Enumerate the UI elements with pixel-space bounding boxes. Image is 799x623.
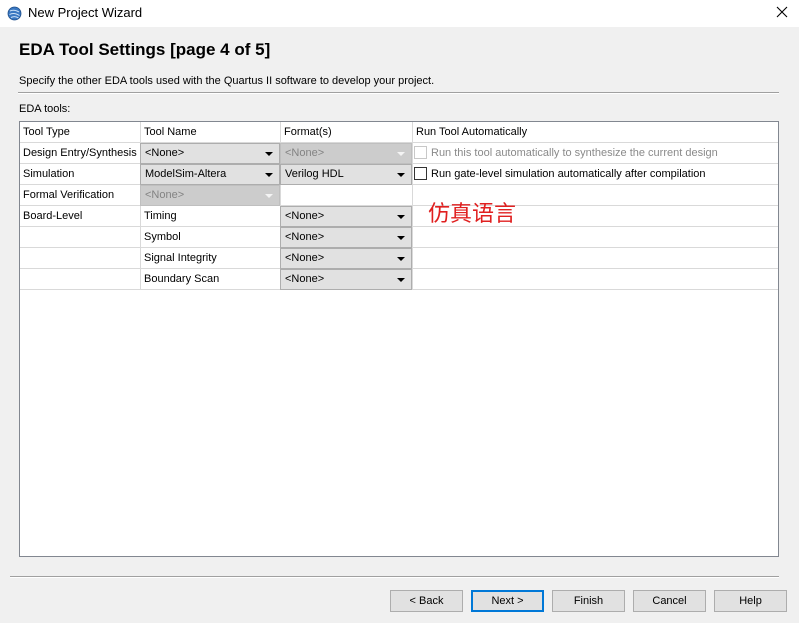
select-value: ModelSim-Altera [145,168,227,180]
table-row: Signal Integrity <None> [20,248,778,269]
tool-type-cell: Design Entry/Synthesis [23,147,137,159]
header-formats: Format(s) [280,122,412,142]
design-entry-tool-name-select[interactable]: <None> [140,143,280,164]
table-row: Formal Verification <None> [20,185,778,206]
simulation-run-auto-label[interactable]: Run gate-level simulation automatically … [431,164,706,184]
timing-format-select[interactable]: <None> [280,206,412,227]
boundary-scan-format-select[interactable]: <None> [280,269,412,290]
tool-type-cell: Simulation [23,168,75,180]
tool-type-cell [20,248,140,268]
window-title: New Project Wizard [28,5,143,20]
header-separator [18,92,779,94]
table-row: Board-Level Timing <None> [20,206,778,227]
empty-cell [412,248,778,268]
page-title: EDA Tool Settings [page 4 of 5] [19,40,271,59]
cancel-button[interactable]: Cancel [633,590,706,612]
run-tool-cell: Run gate-level simulation automatically … [412,164,778,184]
chevron-down-icon [397,278,405,282]
design-entry-run-auto-checkbox [414,146,427,159]
table-row: Boundary Scan <None> [20,269,778,290]
tool-type-cell [20,227,140,247]
help-button[interactable]: Help [714,590,787,612]
annotation-text: 仿真语言 [428,202,517,227]
quartus-globe-icon [7,6,22,21]
table-header-row: Tool Type Tool Name Format(s) Run Tool A… [20,122,778,143]
select-value: <None> [285,147,325,159]
select-value: Verilog HDL [285,168,344,180]
chevron-down-icon [265,173,273,177]
chevron-down-icon [397,152,405,156]
select-value: <None> [285,252,325,264]
symbol-format-select[interactable]: <None> [280,227,412,248]
formal-verification-tool-name-select: <None> [140,185,280,206]
simulation-run-auto-checkbox[interactable] [414,167,427,180]
select-value: <None> [285,231,325,243]
design-entry-run-auto-label: Run this tool automatically to synthesiz… [431,147,718,159]
header-tool-type: Tool Type [23,126,70,138]
tool-name-cell: Timing [140,206,280,226]
select-value: <None> [285,273,325,285]
close-icon [776,6,788,21]
chevron-down-icon [397,236,405,240]
title-bar: New Project Wizard [0,0,799,27]
empty-cell [412,227,778,247]
chevron-down-icon [397,257,405,261]
design-entry-format-select: <None> [280,143,412,164]
tool-type-cell: Formal Verification [23,189,115,201]
empty-cell [280,185,412,205]
empty-cell [412,269,778,289]
simulation-tool-name-select[interactable]: ModelSim-Altera [140,164,280,185]
chevron-down-icon [265,194,273,198]
eda-tools-label: EDA tools: [19,103,71,115]
simulation-format-select[interactable]: Verilog HDL [280,164,412,185]
footer-separator [10,576,779,578]
tool-name-cell: Boundary Scan [140,269,280,289]
signal-integrity-format-select[interactable]: <None> [280,248,412,269]
tool-type-cell: Board-Level [23,210,83,222]
chevron-down-icon [397,173,405,177]
chevron-down-icon [265,152,273,156]
header-tool-name: Tool Name [140,122,280,142]
finish-button[interactable]: Finish [552,590,625,612]
chevron-down-icon [397,215,405,219]
tool-name-cell: Symbol [140,227,280,247]
eda-tools-table: Tool Type Tool Name Format(s) Run Tool A… [19,121,779,557]
back-button[interactable]: < Back [390,590,463,612]
tool-type-cell [20,269,140,289]
next-button[interactable]: Next > [471,590,544,612]
select-value: <None> [145,147,185,159]
table-row: Design Entry/Synthesis <None> <None> Run… [20,143,778,164]
tool-name-cell: Signal Integrity [140,248,280,268]
select-value: <None> [145,189,185,201]
table-row: Simulation ModelSim-Altera Verilog HDL R… [20,164,778,185]
run-tool-cell: Run this tool automatically to synthesiz… [412,143,778,163]
table-row: Symbol <None> [20,227,778,248]
header-run-tool-automatically: Run Tool Automatically [412,122,778,142]
select-value: <None> [285,210,325,222]
page-description: Specify the other EDA tools used with th… [19,75,435,87]
close-button[interactable] [765,0,799,27]
